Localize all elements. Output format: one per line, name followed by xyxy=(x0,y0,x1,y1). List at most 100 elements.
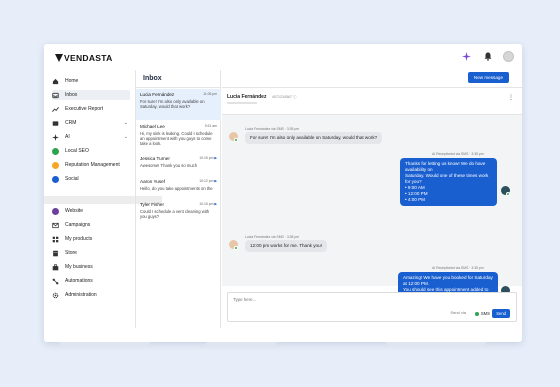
contact-phone: 4071234567 xyxy=(272,94,292,99)
contact-subtitle-placeholder xyxy=(227,102,257,104)
sidebar-item-automations[interactable]: Automations xyxy=(52,276,130,286)
bell-icon[interactable] xyxy=(482,51,493,62)
sidebar-item-label: Executive Report xyxy=(65,106,104,112)
message-line: Saturday. Would one of these times work … xyxy=(405,173,489,184)
sidebar-item-label: Store xyxy=(65,250,77,256)
sidebar-item-local-seo[interactable]: Local SEO xyxy=(52,146,130,156)
info-icon[interactable]: ⓘ xyxy=(293,95,297,99)
campaigns-icon xyxy=(52,222,59,229)
message-line: • 4:00 PM xyxy=(405,197,425,202)
decoration-bar xyxy=(60,342,150,347)
sidebar-item-label: Home xyxy=(65,78,79,84)
sms-badge-icon xyxy=(234,138,238,142)
conversation-preview: Hello, do you take appointments on the xyxy=(140,186,213,191)
automations-icon xyxy=(52,278,59,285)
contact-name[interactable]: Lucia Fernández xyxy=(227,94,266,100)
more-options-icon[interactable]: ⋮ xyxy=(508,94,514,101)
conversation-time: 10:15 pm xyxy=(199,202,214,206)
store-icon xyxy=(52,250,59,257)
channel-label: SMS xyxy=(480,311,490,316)
inbox-icon xyxy=(52,92,59,99)
logo-mark xyxy=(55,54,63,62)
sidebar-item-administration[interactable]: Administration xyxy=(52,290,130,300)
sidebar-item-label: AI xyxy=(65,134,70,140)
conversation-item[interactable]: Michael Lee 9:31 am Hi, my sink is leaki… xyxy=(136,121,221,152)
sidebar-item-home[interactable]: Home xyxy=(52,76,130,86)
chat-panel: New message Lucia Fernández 4071234567 ⓘ… xyxy=(222,70,522,328)
reputation-icon xyxy=(52,161,59,169)
social-icon xyxy=(52,175,59,183)
sidebar-item-label: Campaigns xyxy=(65,222,91,228)
sms-badge-icon xyxy=(506,192,510,196)
vendasta-logo[interactable]: VENDASTA xyxy=(55,53,113,63)
chart-icon xyxy=(52,106,59,113)
sidebar-item-crm[interactable]: CRM ⌄ xyxy=(52,118,130,128)
user-avatar[interactable] xyxy=(503,51,514,62)
conversation-item[interactable]: Aaron Yusef 10:12 pm ▶ Hello, do you tak… xyxy=(136,176,221,200)
message-meta: Lucia Fernández via SMS · 3:35 pm xyxy=(245,127,300,131)
sidebar-item-my-products[interactable]: My products xyxy=(52,234,130,244)
business-icon xyxy=(52,263,59,271)
conversation-preview: Awesome! Thank you so much xyxy=(140,163,198,168)
conversation-time: 11:06 pm xyxy=(203,92,217,96)
conversation-item[interactable]: Tyler Fisher 10:15 pm ▶ Could I schedule… xyxy=(136,199,221,225)
channel-select[interactable]: SMS ▾ xyxy=(474,311,494,316)
chevron-down-icon[interactable]: ⌄ xyxy=(124,120,128,126)
conversation-time: 10:15 pm xyxy=(199,156,214,160)
unread-arrow-icon: ▶ xyxy=(214,202,217,206)
conversation-list: Inbox Lucia Fernández 11:06 pm For sure!… xyxy=(135,70,221,328)
chevron-down-icon[interactable]: ⌄ xyxy=(124,134,128,140)
decoration-bar xyxy=(386,342,486,347)
sidebar-item-campaigns[interactable]: Campaigns xyxy=(52,220,130,230)
crm-icon xyxy=(52,120,59,127)
sidebar-item-website[interactable]: Website xyxy=(52,206,130,216)
sidebar-item-inbox[interactable]: Inbox xyxy=(52,90,130,100)
local-seo-icon xyxy=(52,147,59,155)
sidebar-item-label: Automations xyxy=(65,278,93,284)
app-window: VENDASTA Home Inbox Executive Report CRM… xyxy=(44,44,522,342)
conversation-item[interactable]: Lucia Fernández 11:06 pm For sure! I'm a… xyxy=(136,89,221,120)
sidebar-item-store[interactable]: Store xyxy=(52,248,130,258)
conversation-preview: Could I schedule a vent cleaning with yo… xyxy=(140,209,210,220)
message-line: Thanks for letting us know! We do have a… xyxy=(405,161,486,172)
sidebar-item-label: Administration xyxy=(65,292,97,298)
message-composer: Send via SMS ▾ Send xyxy=(227,292,517,322)
send-button[interactable]: Send xyxy=(492,309,510,318)
ai-icon xyxy=(52,133,59,141)
sidebar-item-label: Social xyxy=(65,176,79,182)
message-input[interactable] xyxy=(233,297,433,302)
admin-icon xyxy=(52,292,59,299)
home-icon xyxy=(52,78,59,85)
send-via-label: Send via xyxy=(450,310,466,315)
message-bubble-incoming: 12:00 pm works for me. Thank you! xyxy=(245,240,327,252)
message-line: Amazing! We have you booked for Saturday… xyxy=(403,275,493,286)
sidebar-item-reputation-management[interactable]: Reputation Management xyxy=(52,160,130,170)
sidebar-item-social[interactable]: Social xyxy=(52,174,130,184)
conversation-item[interactable]: Jessica Turner 10:15 pm ▶ Awesome! Thank… xyxy=(136,153,221,175)
conversation-preview: Hi, my sink is leaking. Could I schedule… xyxy=(140,131,213,147)
message-meta: Lucia Fernández via SMS · 3:35 pm xyxy=(245,235,300,239)
website-icon xyxy=(52,207,59,215)
sidebar-item-label: Website xyxy=(65,208,83,214)
new-message-button[interactable]: New message xyxy=(467,72,509,83)
sidebar-item-ai[interactable]: AI ⌄ xyxy=(52,132,130,142)
sidebar-item-label: Inbox xyxy=(65,92,78,98)
sidebar-item-label: My business xyxy=(65,264,93,270)
contact-id: 4071234567 ⓘ xyxy=(272,95,297,100)
sms-badge-icon xyxy=(234,246,238,250)
unread-arrow-icon: ▶ xyxy=(214,156,217,160)
logo-text: VENDASTA xyxy=(64,53,113,63)
sparkle-icon[interactable] xyxy=(461,51,472,62)
sidebar-item-executive-report[interactable]: Executive Report xyxy=(52,104,130,114)
decoration-bar xyxy=(206,342,276,347)
message-meta: AI Receptionist via SMS · 3:35 pm xyxy=(432,266,484,270)
conversation-preview: For sure! I'm also only available on Sat… xyxy=(140,99,205,110)
message-meta: AI Receptionist via SMS · 3:35 pm xyxy=(432,152,484,156)
sidebar-item-my-business[interactable]: My business xyxy=(52,262,130,272)
background-decoration xyxy=(56,342,516,348)
sidebar-item-label: Local SEO xyxy=(65,148,89,154)
sidebar-item-label: CRM xyxy=(65,120,77,126)
products-icon xyxy=(52,236,59,243)
message-bubble-incoming: For sure! I'm also only available on Sat… xyxy=(245,132,383,144)
contact-bar: Lucia Fernández 4071234567 ⓘ ⋮ xyxy=(222,88,522,115)
